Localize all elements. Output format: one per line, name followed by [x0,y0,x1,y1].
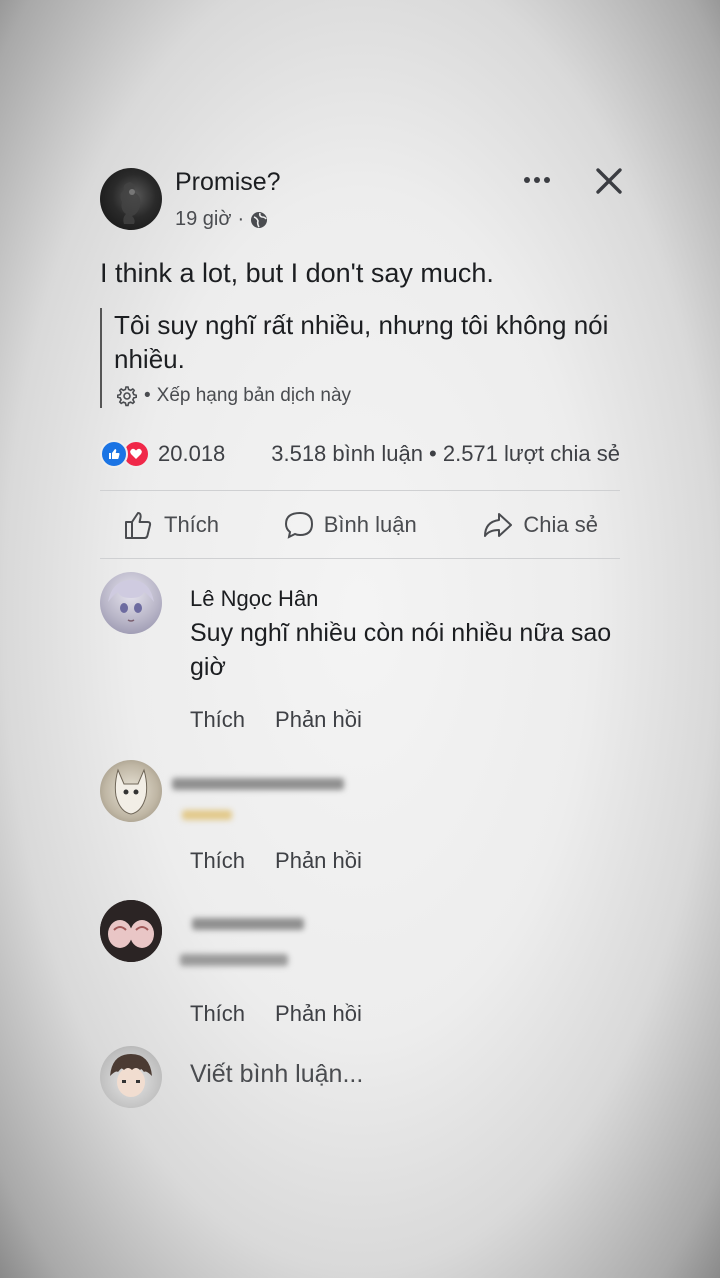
rate-translation[interactable]: • Xếp hạng bản dịch này [114,384,634,408]
comment-actions: Thích Phản hồi [190,707,362,733]
blurred-comment-text [180,954,288,966]
share-button[interactable]: Chia sẻ [459,508,620,542]
more-dot [544,177,550,183]
divider [100,558,620,559]
reaction-icons[interactable] [100,440,150,468]
post-meta: 19 giờ · [175,208,268,231]
divider [100,490,620,491]
more-options-button[interactable] [520,168,554,192]
blurred-commenter-name [192,918,304,930]
commenter-avatar[interactable] [100,900,162,962]
comment-icon [284,511,313,539]
current-user-avatar[interactable] [100,1046,162,1108]
close-button[interactable] [592,164,626,198]
bullet: • [144,385,151,406]
share-icon [484,513,513,537]
more-dot [534,177,540,183]
like-reaction-icon [100,440,128,468]
meta-separator: · [237,208,245,230]
comment-like-button[interactable]: Thích [190,1001,245,1027]
hands-avatar-icon [100,900,162,962]
comment-like-button[interactable]: Thích [190,848,245,874]
rate-translation-label[interactable]: Xếp hạng bản dịch này [157,385,351,407]
like-label: Thích [164,512,220,537]
blurred-commenter-name [172,778,344,790]
post-author-name[interactable]: Promise? [175,168,281,197]
translation-block: Tôi suy nghĩ rất nhiều, nhưng tôi không … [100,308,634,408]
commenter-avatar[interactable] [100,572,162,634]
action-bar: Thích Bình luận Chia sẻ [100,500,620,550]
comment-reply-button[interactable]: Phản hồi [275,848,362,874]
translated-text: Tôi suy nghĩ rất nhiều, nhưng tôi không … [114,310,609,374]
comment-like-button[interactable]: Thích [190,707,245,733]
comment-reply-button[interactable]: Phản hồi [275,707,362,733]
comment-actions: Thích Phản hồi [190,1001,362,1027]
comment-share-count[interactable]: 3.518 bình luận • 2.571 lượt chia sẻ [271,441,620,467]
commenter-name[interactable]: Lê Ngọc Hân [190,586,318,612]
comment-label: Bình luận [323,512,417,537]
close-icon [596,168,622,194]
share-label: Chia sẻ [523,512,598,537]
post-author-avatar[interactable] [100,168,162,230]
anime-avatar-icon [108,580,154,622]
thumbs-up-icon [125,512,152,539]
post-stats: 20.018 3.518 bình luận • 2.571 lượt chia… [100,440,620,468]
post-time[interactable]: 19 giờ [175,208,231,231]
comment-text: Suy nghĩ nhiều còn nói nhiều nữa sao giờ [190,619,612,681]
gear-icon [117,386,137,407]
cat-avatar-icon [114,768,148,815]
more-dot [524,177,530,183]
comment-actions: Thích Phản hồi [190,848,362,874]
boy-avatar-icon [110,1054,152,1097]
avatar-figure-icon [120,182,141,224]
write-comment-input[interactable]: Viết bình luận... [190,1060,363,1089]
like-button[interactable]: Thích [100,508,241,542]
globe-icon [251,211,268,228]
blurred-comment-text [182,810,232,820]
reaction-count[interactable]: 20.018 [158,441,225,467]
commenter-avatar[interactable] [100,760,162,822]
comment-reply-button[interactable]: Phản hồi [275,1001,362,1027]
post-text: I think a lot, but I don't say much. [100,258,494,288]
comment-button[interactable]: Bình luận [262,509,439,541]
